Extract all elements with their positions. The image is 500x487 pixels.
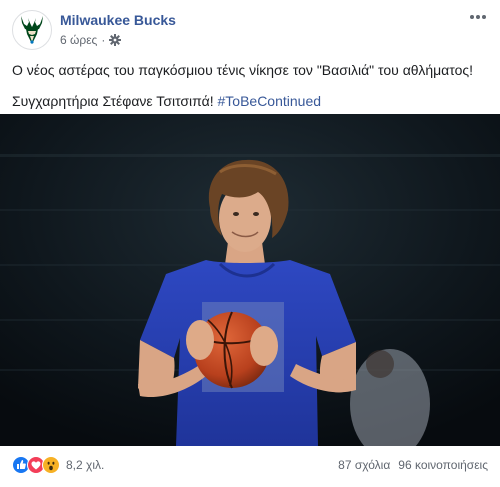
post-meta: 6 ώρες · — [60, 33, 122, 47]
engagement-counts: 87 σχόλια 96 κοινοποιήσεις — [338, 458, 488, 472]
page-name-link[interactable]: Milwaukee Bucks — [60, 12, 176, 28]
more-options-icon[interactable] — [468, 12, 488, 26]
post-photo[interactable] — [0, 114, 500, 446]
post-timestamp[interactable]: 6 ώρες — [60, 33, 97, 47]
meta-separator: · — [101, 33, 106, 47]
shares-count-link[interactable]: 96 κοινοποιήσεις — [398, 458, 488, 472]
facebook-post: Milwaukee Bucks 6 ώρες · Ο νέος αστέρας … — [0, 0, 500, 487]
gear-icon[interactable] — [109, 34, 122, 46]
hashtag-link[interactable]: #ToBeContinued — [218, 93, 322, 109]
bucks-logo-icon — [21, 16, 43, 44]
reaction-count[interactable]: 8,2 χιλ. — [66, 458, 104, 472]
post-footer: 8,2 χιλ. 87 σχόλια 96 κοινοποιήσεις — [12, 452, 488, 476]
post-header: Milwaukee Bucks 6 ώρες · — [12, 10, 488, 52]
post-text-line-2: Συγχαρητήρια Στέφανε Τσιτσιπά! #ToBeCont… — [12, 91, 492, 111]
comments-count-link[interactable]: 87 σχόλια — [338, 458, 390, 472]
post-message: Ο νέος αστέρας του παγκόσμιου τένις νίκη… — [12, 60, 492, 122]
post-text-line-1: Ο νέος αστέρας του παγκόσμιου τένις νίκη… — [12, 62, 474, 78]
wow-reaction-icon — [42, 456, 60, 474]
reactions-summary[interactable]: 8,2 χιλ. — [12, 456, 104, 474]
post-text-greeting: Συγχαρητήρια Στέφανε Τσιτσιπά! — [12, 93, 218, 109]
page-avatar[interactable] — [12, 10, 52, 50]
